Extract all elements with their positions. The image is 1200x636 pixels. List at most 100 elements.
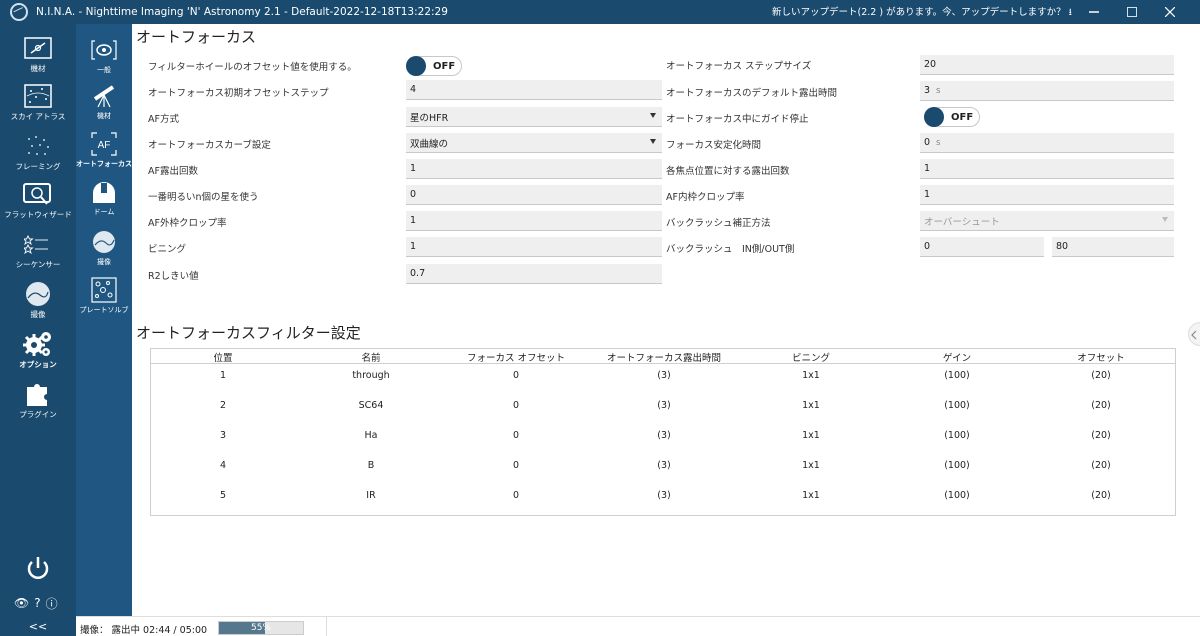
subnav-item-equipment[interactable]: 機材: [76, 82, 132, 126]
toggle-state: OFF: [433, 60, 456, 72]
nav-item-framing[interactable]: フレーミング: [0, 132, 76, 178]
table-cell: 5: [219, 490, 227, 501]
nav-item-sky-atlas[interactable]: スカイ アトラス: [0, 82, 76, 128]
subnav-item-imaging[interactable]: 撮像: [76, 228, 132, 272]
table-cell[interactable]: (20): [1071, 370, 1131, 381]
table-cell[interactable]: (3): [599, 490, 729, 501]
chevron-down-icon: [1162, 217, 1168, 222]
table-cell[interactable]: 1x1: [781, 460, 841, 471]
table-cell[interactable]: Ha: [341, 430, 401, 441]
backlash-method-select[interactable]: オーバーシュート: [920, 211, 1174, 231]
column-header: フォーカス オフセット: [466, 353, 566, 364]
nav-item-imaging[interactable]: 撮像: [0, 280, 76, 326]
help-icon[interactable]: ?: [34, 596, 40, 610]
minimize-button[interactable]: [1076, 0, 1112, 24]
status-divider: [326, 617, 327, 636]
exposures-per-point-field[interactable]: 1: [920, 159, 1174, 179]
subnav-item-label: 機材: [97, 112, 111, 120]
title-bar: N.I.N.A. - Nighttime Imaging 'N' Astrono…: [0, 0, 1200, 24]
subnav-item-label: 撮像: [97, 258, 111, 266]
disable-guiding-toggle[interactable]: OFF: [924, 107, 980, 127]
chevron-down-icon: [650, 139, 656, 144]
table-cell[interactable]: 1x1: [781, 370, 841, 381]
brightest-stars-field[interactable]: 0: [406, 185, 662, 205]
table-cell[interactable]: (3): [599, 400, 729, 411]
inner-crop-field[interactable]: 1: [920, 185, 1174, 205]
table-cell[interactable]: SC64: [341, 400, 401, 411]
settle-time-field[interactable]: 0s: [920, 133, 1174, 153]
use-filter-offsets-toggle[interactable]: OFF: [406, 56, 462, 76]
subnav-item-dome[interactable]: ドーム: [76, 178, 132, 222]
initial-offset-steps-field[interactable]: 4: [406, 80, 662, 100]
toggle-knob: [406, 56, 426, 76]
nav-item-options[interactable]: オプション: [0, 330, 76, 376]
subnav-item-general[interactable]: 一般: [76, 36, 132, 80]
table-cell[interactable]: (3): [599, 460, 729, 471]
subnav-item-autofocus[interactable]: AF オートフォーカス: [76, 130, 132, 174]
table-cell: 4: [219, 460, 227, 471]
table-cell[interactable]: IR: [341, 490, 401, 501]
eye-icon[interactable]: 👁: [14, 596, 29, 610]
nav-item-equipment[interactable]: 機材: [0, 34, 76, 80]
nav-item-plugins[interactable]: プラグイン: [0, 380, 76, 426]
table-cell: 3: [219, 430, 227, 441]
curve-fitting-select[interactable]: 双曲線の: [406, 133, 662, 153]
table-cell[interactable]: 1x1: [781, 430, 841, 441]
table-cell[interactable]: 0: [461, 490, 571, 501]
table-cell[interactable]: (20): [1071, 460, 1131, 471]
window-title: N.I.N.A. - Nighttime Imaging 'N' Astrono…: [36, 6, 448, 18]
table-cell[interactable]: (100): [927, 430, 987, 441]
backlash-out-field[interactable]: 80: [1052, 237, 1174, 257]
default-exposure-field[interactable]: 3s: [920, 81, 1174, 101]
maximize-button[interactable]: [1114, 0, 1150, 24]
brightest-stars-label: 一番明るいn個の星を使う: [148, 192, 259, 203]
table-cell[interactable]: 1x1: [781, 490, 841, 501]
table-cell[interactable]: (3): [599, 370, 729, 381]
af-method-select[interactable]: 星のHFR: [406, 107, 662, 127]
table-cell[interactable]: (100): [927, 490, 987, 501]
binning-field[interactable]: 1: [406, 237, 662, 257]
table-cell[interactable]: 0: [461, 370, 571, 381]
table-cell[interactable]: 1x1: [781, 400, 841, 411]
outer-crop-label: AF外枠クロップ率: [148, 218, 227, 229]
default-exposure-label: オートフォーカスのデフォルト露出時間: [666, 88, 838, 99]
table-cell[interactable]: (100): [927, 460, 987, 471]
table-cell: 2: [219, 400, 227, 411]
table-cell[interactable]: (20): [1071, 430, 1131, 441]
nav-item-label: フレーミング: [15, 162, 61, 171]
collapse-nav-button[interactable]: <<: [0, 620, 76, 636]
update-notice[interactable]: 新しいアップデート(2.2 ) があります。今、アップデートしますか？ ⭳: [772, 4, 1072, 21]
download-icon[interactable]: ⭳: [1069, 7, 1072, 18]
table-cell[interactable]: (3): [599, 430, 729, 441]
subnav-item-platesolve[interactable]: プレートソルブ: [76, 276, 132, 320]
r2-threshold-field[interactable]: 0.7: [406, 264, 662, 284]
table-cell[interactable]: (20): [1071, 490, 1131, 501]
nav-item-flat-wizard[interactable]: フラットウィザード: [0, 180, 76, 226]
options-subnavigation: 一般 機材 AF オートフォーカス ドーム 撮像 プレートソルブ: [76, 24, 132, 616]
table-cell[interactable]: 0: [461, 430, 571, 441]
info-icon[interactable]: ⓘ: [46, 595, 58, 612]
stars-framing-icon: [22, 132, 54, 160]
table-cell[interactable]: (20): [1071, 400, 1131, 411]
column-header: ビニング: [791, 353, 830, 364]
table-cell[interactable]: through: [341, 370, 401, 381]
step-size-field[interactable]: 20: [920, 55, 1174, 75]
exposure-progress-bar: 55%: [218, 621, 304, 635]
close-button[interactable]: [1152, 0, 1188, 24]
backlash-in-field[interactable]: 0: [920, 237, 1044, 257]
power-icon[interactable]: [24, 554, 52, 582]
initial-offset-steps-label: オートフォーカス初期オフセットステップ: [148, 88, 329, 99]
nav-item-label: スカイ アトラス: [10, 112, 66, 121]
table-cell[interactable]: 0: [461, 460, 571, 471]
expand-panel-button[interactable]: [1188, 322, 1200, 346]
table-cell[interactable]: (100): [927, 400, 987, 411]
af-exposures-field[interactable]: 1: [406, 159, 662, 179]
use-filter-offsets-label: フィルターホイールのオフセット値を使用する。: [148, 62, 357, 73]
telescope-icon: [89, 82, 119, 110]
outer-crop-field[interactable]: 1: [406, 211, 662, 231]
table-cell[interactable]: 0: [461, 400, 571, 411]
nav-item-sequencer[interactable]: シーケンサー: [0, 230, 76, 276]
table-cell[interactable]: (100): [927, 370, 987, 381]
table-cell[interactable]: B: [341, 460, 401, 471]
gears-icon: [22, 330, 54, 358]
